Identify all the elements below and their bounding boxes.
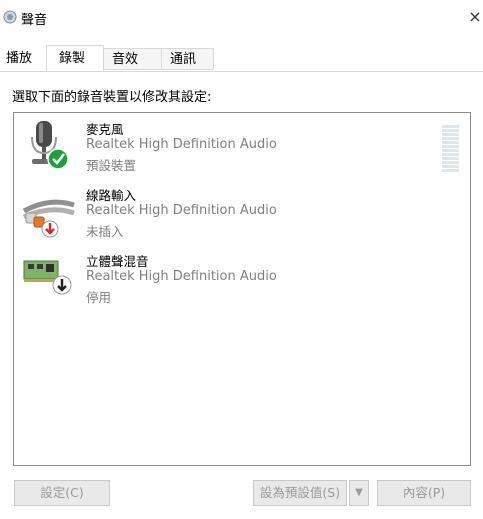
tab-playback[interactable]: 播放 xyxy=(0,48,40,70)
green-check-icon xyxy=(47,148,69,170)
list-item[interactable]: 線路輸入 Realtek High Definition Audio 未插入 xyxy=(14,181,470,245)
window-title: 聲音 xyxy=(21,13,48,28)
configure-button[interactable]: 設定(C) xyxy=(14,480,110,506)
properties-button[interactable]: 內容(P) xyxy=(377,480,471,506)
list-item[interactable]: 麥克風 Realtek High Definition Audio 預設裝置 xyxy=(14,115,470,179)
panel-border xyxy=(0,71,483,72)
device-driver: Realtek High Definition Audio xyxy=(86,269,277,284)
black-down-arrow-icon xyxy=(52,275,72,295)
tab-communications[interactable]: 通訊 xyxy=(162,48,214,70)
rca-cable-icon xyxy=(22,199,75,238)
microphone-icon xyxy=(31,121,69,170)
device-name: 線路輸入 xyxy=(86,188,137,203)
speaker-icon xyxy=(3,10,17,24)
level-meter xyxy=(442,125,459,172)
tab-strip: 播放 錄製 音效 通訊 xyxy=(0,36,483,72)
device-name: 麥克風 xyxy=(86,122,124,137)
device-list[interactable]: 麥克風 Realtek High Definition Audio 預設裝置 線… xyxy=(13,112,471,466)
device-status: 未插入 xyxy=(86,224,124,239)
red-down-arrow-icon xyxy=(41,220,59,238)
device-status: 預設裝置 xyxy=(86,158,137,173)
device-status: 停用 xyxy=(86,290,112,305)
title-bar: 聲音 × xyxy=(0,0,483,36)
tab-recording[interactable]: 錄製 xyxy=(46,45,104,72)
set-default-dropdown-button[interactable]: ▼ xyxy=(349,480,369,506)
list-item[interactable]: 立體聲混音 Realtek High Definition Audio 停用 xyxy=(14,247,470,311)
device-name: 立體聲混音 xyxy=(86,254,149,269)
set-default-button[interactable]: 設為預設值(S) xyxy=(253,480,347,506)
sound-card-icon xyxy=(23,260,72,295)
tab-sounds[interactable]: 音效 xyxy=(104,48,162,70)
close-icon[interactable]: × xyxy=(467,7,483,27)
device-driver: Realtek High Definition Audio xyxy=(86,203,277,218)
instruction-text: 選取下面的錄音裝置以修改其設定: xyxy=(12,90,212,105)
device-driver: Realtek High Definition Audio xyxy=(86,137,277,152)
